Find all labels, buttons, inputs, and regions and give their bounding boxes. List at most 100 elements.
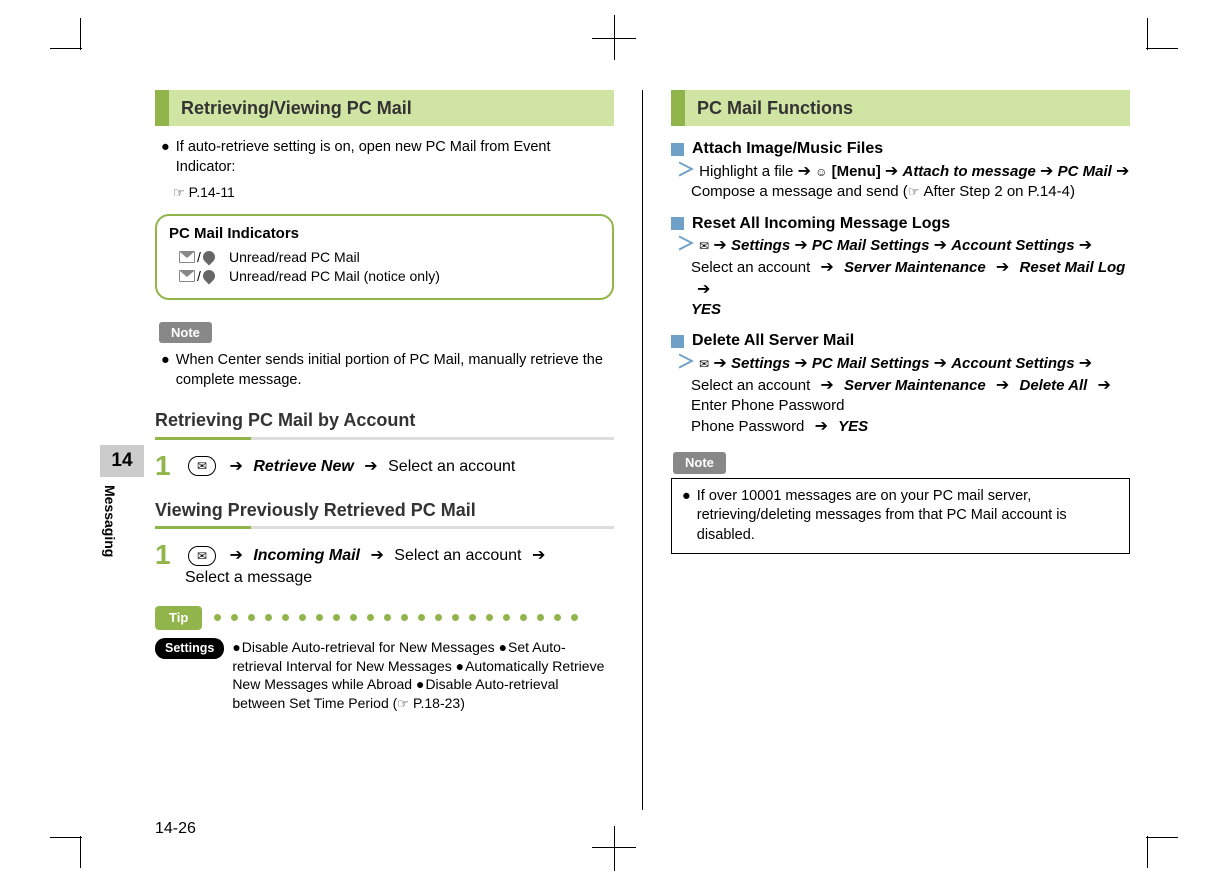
func-cont: Phone Password ➔ YES	[691, 416, 1130, 438]
menu-retrieve-new: Retrieve New	[253, 458, 354, 475]
note-text: When Center sends initial portion of PC …	[176, 351, 614, 390]
text: Compose a message and send (	[691, 183, 908, 200]
section-heading-retrieving: Retrieving/Viewing PC Mail	[155, 90, 614, 126]
indicator-label-1: Unread/read PC Mail	[229, 248, 360, 267]
note-bullet: ● When Center sends initial portion of P…	[161, 351, 614, 390]
func-cont: Compose a message and send (After Step 2…	[691, 182, 1130, 202]
bullet-icon: ●	[161, 351, 170, 390]
step-tail: Select a message	[185, 569, 312, 586]
rule-icon	[155, 437, 614, 440]
arrow-icon: ➔	[820, 377, 833, 394]
note-label: Note	[159, 322, 212, 344]
indicators-title: PC Mail Indicators	[169, 224, 600, 244]
func-cont: Select an account ➔ Server Maintenance ➔…	[691, 257, 1130, 300]
text: Select an account	[691, 259, 810, 276]
tip-row: Tip	[155, 606, 614, 630]
note-box: ● If over 10001 messages are on your PC …	[671, 478, 1130, 555]
step-number: 1	[155, 541, 185, 569]
section-heading-pc-mail-functions: PC Mail Functions	[671, 90, 1130, 126]
menu-incoming-mail: Incoming Mail	[253, 547, 360, 564]
chapter-tab: 14 Messaging	[100, 445, 144, 557]
rule-icon	[155, 526, 614, 529]
arrow-icon: ➔	[996, 377, 1009, 394]
text: Select an account	[691, 377, 810, 394]
bullet-icon: ●	[161, 138, 170, 177]
arrow-icon: ➔	[697, 281, 710, 298]
column-divider	[642, 90, 643, 810]
func-cont: Select an account ➔ Server Maintenance ➔…	[691, 375, 1130, 417]
menu-resetmail: Reset Mail Log	[1019, 259, 1125, 276]
mail-key-icon: ✉	[188, 546, 216, 566]
func-cont: YES	[691, 300, 1130, 320]
menu-yes: YES	[838, 418, 868, 435]
func-reset-logs: Reset All Incoming Message Logs	[671, 213, 1130, 235]
page-ref: P.14-11	[173, 183, 235, 202]
settings-row: Settings Disable Auto-retrieval for New …	[155, 638, 614, 714]
func-body: ＞ ✉ ➔ Settings ➔ PC Mail Settings ➔ Acco…	[677, 352, 1130, 375]
mail-key-icon: ✉	[188, 456, 216, 476]
settings-item-1: Disable Auto-retrieval for New Messages	[232, 639, 498, 655]
note-bullet: ● If over 10001 messages are on your PC …	[682, 487, 1119, 546]
arrow-icon: ➔	[370, 547, 383, 564]
note-text: If over 10001 messages are on your PC ma…	[697, 487, 1119, 546]
subsection-view-retrieved: Viewing Previously Retrieved PC Mail	[155, 498, 614, 522]
ref: After Step 2 on P.14-4	[908, 183, 1070, 200]
step-tail: Select an account	[388, 458, 515, 475]
arrow-icon: ➔	[820, 259, 833, 276]
settings-body: Disable Auto-retrieval for New Messages …	[232, 638, 614, 714]
square-icon	[671, 143, 684, 156]
func-title: Reset All Incoming Message Logs	[692, 213, 950, 235]
arrow-icon: ➔	[1097, 377, 1110, 394]
chapter-number: 14	[100, 445, 144, 477]
mail-read-icon	[200, 249, 217, 266]
subsection-retrieve-by-account: Retrieving PC Mail by Account	[155, 408, 614, 432]
menu-servermaint: Server Maintenance	[844, 259, 986, 276]
menu-yes: YES	[691, 301, 721, 318]
mail-unread-icon	[179, 251, 195, 263]
right-column: PC Mail Functions Attach Image/Music Fil…	[671, 90, 1130, 810]
func-title: Attach Image/Music Files	[692, 138, 883, 160]
step-number: 1	[155, 452, 185, 480]
settings-label: Settings	[155, 638, 224, 659]
arrow-icon: ➔	[996, 259, 1009, 276]
note-label: Note	[673, 452, 726, 474]
func-title: Delete All Server Mail	[692, 330, 854, 352]
arrow-icon: ➔	[364, 458, 377, 475]
arrow-icon: ➔	[815, 418, 828, 435]
text: Enter Phone Password	[691, 397, 844, 414]
left-column: Retrieving/Viewing PC Mail ● If auto-ret…	[155, 90, 614, 810]
func-body: ＞ Highlight a file ➔ ☺ [Menu] ➔ Attach t…	[677, 160, 1130, 183]
pc-mail-indicators-box: PC Mail Indicators / Unread/read PC Mail…	[155, 214, 614, 300]
mail-notice-unread-icon	[179, 270, 195, 282]
square-icon	[671, 217, 684, 230]
arrow-icon: ➔	[532, 547, 545, 564]
settings-ref: P.18-23	[397, 695, 460, 711]
indicator-row-2: / Unread/read PC Mail (notice only)	[179, 267, 600, 286]
tip-label: Tip	[155, 606, 202, 630]
arrow-icon: ➔	[229, 458, 242, 475]
menu-deleteall: Delete All	[1019, 377, 1087, 394]
func-body: ＞ ✉ ➔ Settings ➔ PC Mail Settings ➔ Acco…	[677, 234, 1130, 257]
func-attach-files: Attach Image/Music Files	[671, 138, 1130, 160]
square-icon	[671, 335, 684, 348]
func-delete-server: Delete All Server Mail	[671, 330, 1130, 352]
chapter-label: Messaging	[100, 477, 133, 557]
indicator-label-2: Unread/read PC Mail (notice only)	[229, 267, 440, 286]
arrow-icon: ➔	[229, 547, 242, 564]
mail-notice-read-icon	[200, 268, 217, 285]
text: Phone Password	[691, 418, 804, 435]
page-content: 14 Messaging Retrieving/Viewing PC Mail …	[100, 90, 1130, 810]
settings-close: )	[460, 695, 465, 711]
step-body: ✉ ➔ Retrieve New ➔ Select an account	[185, 452, 515, 478]
indicator-row-1: / Unread/read PC Mail	[179, 248, 600, 267]
step-1b: 1 ✉ ➔ Incoming Mail ➔ Select an account …	[155, 541, 614, 588]
tip-dots-icon	[214, 614, 614, 621]
step-1a: 1 ✉ ➔ Retrieve New ➔ Select an account	[155, 452, 614, 480]
intro-text: If auto-retrieve setting is on, open new…	[176, 138, 614, 177]
step-mid: Select an account	[394, 547, 521, 564]
step-body: ✉ ➔ Incoming Mail ➔ Select an account ➔ …	[185, 541, 551, 588]
page-number: 14-26	[155, 818, 196, 840]
bullet-icon: ●	[682, 487, 691, 546]
intro-bullet: ● If auto-retrieve setting is on, open n…	[161, 138, 614, 177]
menu-servermaint: Server Maintenance	[844, 377, 986, 394]
